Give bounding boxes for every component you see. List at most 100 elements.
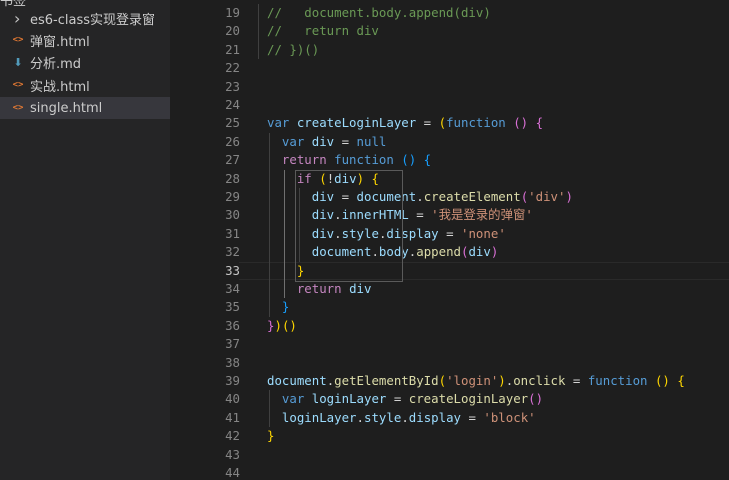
line-number: 30 <box>225 207 240 223</box>
code-token: () <box>513 115 529 131</box>
code-token: loginLayer <box>281 409 357 425</box>
code-token: . <box>356 409 364 425</box>
line-number: 32 <box>225 244 240 260</box>
code-token: 'login' <box>446 373 499 388</box>
code-token: } <box>267 428 275 444</box>
code-token: div <box>468 244 491 260</box>
chevron-right-icon: › <box>14 8 21 28</box>
code-token: createElement <box>423 189 521 204</box>
code-token: 'div' <box>528 189 566 204</box>
code-token: } <box>281 299 290 315</box>
explorer-item[interactable]: <> 弹窗.html <box>0 29 170 51</box>
explorer-sidebar: 书签 › es6-class实现登录窗 <> 弹窗.html ⬇ 分析.md <> 实战.ht… <box>0 0 170 480</box>
line-number: 38 <box>225 354 240 370</box>
code-token: 'block' <box>483 409 536 425</box>
code-token: function <box>446 115 514 131</box>
code-line[interactable]: } <box>267 427 274 445</box>
code-token: loginLayer <box>311 391 387 407</box>
explorer-item-label: 弹窗.html <box>30 34 90 50</box>
code-token: ( <box>438 373 447 388</box>
code-token: div <box>349 281 372 296</box>
code-line[interactable]: return div <box>267 280 372 298</box>
code-token: ( <box>438 115 447 131</box>
code-area[interactable]: // document.body.append(div) // return di… <box>257 0 729 480</box>
code-line[interactable]: var div = null <box>267 133 386 151</box>
html-file-icon: <> <box>12 103 24 113</box>
code-line[interactable]: loginLayer.style.display = 'block' <box>267 409 536 427</box>
line-number: 35 <box>225 299 240 315</box>
line-number: 39 <box>225 373 240 388</box>
code-token: () <box>528 391 544 407</box>
code-token: = <box>386 391 409 407</box>
code-line[interactable]: })() <box>267 317 297 335</box>
line-number: 31 <box>225 225 240 241</box>
code-token: ) <box>490 244 499 260</box>
line-number: 24 <box>225 97 240 112</box>
code-token: return <box>281 152 335 168</box>
code-token: = <box>416 115 439 131</box>
line-number: 41 <box>225 409 240 425</box>
explorer-item[interactable]: › es6-class实现登录窗 <box>0 7 170 29</box>
line-number: 42 <box>225 428 240 444</box>
code-line[interactable]: } <box>267 298 289 316</box>
code-token: { <box>535 115 544 131</box>
html-file-icon: <> <box>12 35 24 45</box>
markdown-file-icon: ⬇ <box>13 55 23 69</box>
code-line[interactable]: var loginLayer = createLoginLayer() <box>267 390 543 408</box>
indent-guide <box>269 390 270 428</box>
code-editor[interactable]: 19 20 21 22 23 24 25 26 27 28 29 30 31 32 33 34 35 36 37 38… <box>170 0 729 480</box>
code-token: document <box>267 373 327 388</box>
code-token: { <box>423 152 432 168</box>
explorer-item[interactable]: <> single.html <box>0 97 170 119</box>
code-line[interactable]: var createLoginLayer = (function () { <box>267 114 543 132</box>
code-token: div <box>311 133 335 149</box>
explorer-top-label: 书签 <box>0 0 27 9</box>
line-number: 29 <box>225 189 240 204</box>
line-number: 19 <box>225 5 240 20</box>
line-number: 27 <box>225 152 240 168</box>
bracket-match-box <box>294 169 404 282</box>
line-number: 40 <box>225 391 240 407</box>
code-token: createLoginLayer <box>296 115 417 131</box>
code-line[interactable]: return function () { <box>267 151 431 169</box>
line-number: 22 <box>225 60 240 76</box>
code-line[interactable]: document.getElementById('login').onclick… <box>267 372 685 390</box>
code-line[interactable]: // return div <box>267 22 379 40</box>
code-token: append <box>416 244 461 260</box>
explorer-item-label: single.html <box>30 100 103 116</box>
explorer-item-label: es6-class实现登录窗 <box>30 12 156 28</box>
line-number: 23 <box>225 78 240 94</box>
code-token: ) <box>498 373 506 388</box>
explorer-item[interactable]: ⬇ 分析.md <box>0 51 170 73</box>
line-number-gutter: 19 20 21 22 23 24 25 26 27 28 29 30 31 32 33 34 35 36 37 38… <box>170 0 240 480</box>
code-line[interactable]: // })() <box>267 41 319 59</box>
code-token: () <box>281 317 297 333</box>
code-line[interactable]: // document.body.append(div) <box>267 4 491 22</box>
code-token: 'none' <box>461 225 506 241</box>
code-token: () <box>401 152 417 168</box>
code-token: = <box>565 373 588 388</box>
line-number: 43 <box>225 446 240 462</box>
code-token: var <box>267 115 297 131</box>
line-number: 44 <box>225 465 240 480</box>
line-number: 37 <box>225 336 240 352</box>
line-number: 36 <box>225 317 240 333</box>
code-token: createLoginLayer <box>408 391 529 407</box>
code-token: { <box>677 373 685 388</box>
line-number: 21 <box>225 41 240 57</box>
code-token: var <box>281 133 312 149</box>
explorer-item-label: 分析.md <box>30 56 82 72</box>
code-token: // return div <box>267 23 379 39</box>
code-token: var <box>281 391 312 407</box>
code-token: function <box>334 152 402 168</box>
explorer-item[interactable]: <> 实战.html <box>0 74 170 96</box>
code-token: // })() <box>267 41 320 57</box>
line-number: 26 <box>225 133 240 149</box>
line-number: 20 <box>225 23 240 39</box>
code-token: = <box>334 133 357 149</box>
vscode-window: 书签 › es6-class实现登录窗 <> 弹窗.html ⬇ 分析.md <> 实战.ht… <box>0 0 729 480</box>
